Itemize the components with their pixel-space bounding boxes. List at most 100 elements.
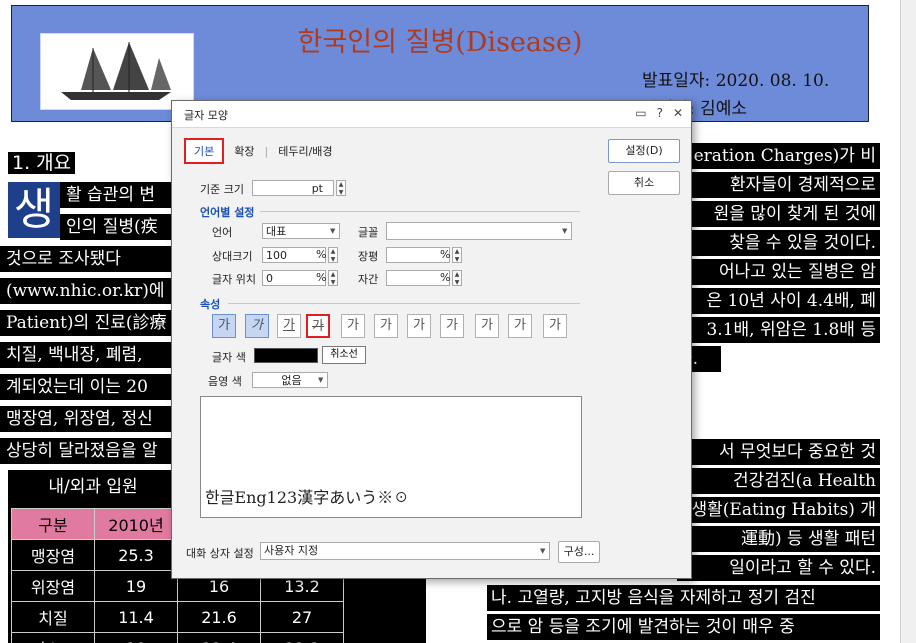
table-cell: 11.4 — [177, 632, 261, 643]
text-line: 계되었는데 이는 20 — [0, 374, 180, 400]
text-line: 건강검진(a Health — [677, 468, 880, 494]
engrave-button[interactable]: 가 — [440, 314, 464, 338]
vertical-scrollbar[interactable] — [900, 0, 916, 643]
tab-border-background[interactable]: 테두리/배경 — [274, 141, 336, 161]
rel-size-label: 상대크기 — [212, 250, 253, 263]
text-color-label: 글자 색 — [212, 351, 246, 364]
section-heading: 1. 개요 — [8, 148, 76, 175]
help-icon[interactable]: ? — [657, 106, 663, 120]
text-line: 치질, 백내장, 폐렴, — [0, 342, 180, 368]
preview-text: 한글Eng123漢字あいう※☉ — [205, 488, 410, 507]
set-button[interactable]: 설정(D) — [608, 139, 680, 163]
presentation-date: 발표일자: 2020. 08. 10. — [642, 71, 830, 91]
percent-unit: % — [316, 271, 327, 284]
underline-button[interactable]: 가 — [277, 314, 301, 338]
position-label: 글자 위치 — [212, 273, 256, 286]
font-label: 글꼴 — [358, 226, 379, 239]
chevron-down-icon: ▼ — [318, 376, 324, 384]
percent-unit: % — [316, 248, 327, 261]
document-title: 한국인의 질병(Disease) — [297, 27, 583, 58]
dialog-setting-select[interactable]: 사용자 지정 — [260, 542, 550, 560]
comment-icon[interactable]: ▭ — [635, 106, 646, 120]
cancel-button[interactable]: 취소 — [608, 171, 680, 195]
shadow-button[interactable]: 가 — [374, 314, 398, 338]
left-column-text: 활 습관의 변 인의 질병(疾 것으로 조사됐다 (www.nhic.or.kr… — [0, 182, 180, 470]
text-line: 맹장염, 위장염, 정신 — [0, 406, 180, 432]
language-select[interactable]: 대표 — [262, 223, 340, 239]
text-line: 3.1배, 위암은 1.8배 등 — [677, 317, 880, 343]
italic-button[interactable]: 가 — [245, 314, 269, 338]
attr-group-label: 속성 — [200, 298, 221, 311]
dialog-titlebar[interactable]: 글자 모양 ▭ ? ✕ — [172, 101, 691, 128]
chevron-down-icon: ▼ — [330, 227, 336, 235]
percent-unit: % — [440, 248, 451, 261]
right-column-text-2: 서 무엇보다 중요한 것 건강검진(a Health 생활(Eating Hab… — [677, 439, 880, 584]
outline-button[interactable]: 가 — [341, 314, 365, 338]
text-line: 생활(Eating Habits) 개 — [677, 497, 880, 523]
divider — [260, 211, 580, 212]
table-title: 내/외과 입원 — [48, 477, 138, 497]
table-cell: 19 — [94, 570, 178, 602]
subscript-button[interactable]: 가 — [508, 314, 532, 338]
table-header-cell: 2010년 — [94, 508, 178, 540]
language-label: 언어 — [212, 226, 233, 239]
chevron-down-icon: ▼ — [540, 547, 546, 555]
table-cell: 25.3 — [94, 539, 178, 571]
close-icon[interactable]: ✕ — [673, 106, 683, 120]
text-color-swatch[interactable] — [254, 348, 318, 363]
ratio-stepper[interactable]: ▲ ▼ — [452, 247, 462, 263]
text-line: 인의 질병(疾 — [60, 214, 180, 240]
lang-group-label: 언어별 설정 — [200, 206, 255, 219]
text-line: 으로 암 등을 조기에 발견하는 것이 매우 중 — [487, 614, 880, 640]
dialog-title: 글자 모양 — [184, 109, 228, 122]
divider — [228, 303, 580, 304]
dialog-setting-label: 대화 상자 설정 — [186, 547, 254, 560]
table-cell: 치질 — [11, 601, 95, 633]
text-line: 은 10년 사이 4.4배, 폐 — [677, 288, 880, 314]
text-line: 것으로 조사됐다 — [0, 246, 180, 272]
table-cell: 27 — [260, 601, 344, 633]
shade-color-select[interactable]: 없음 — [252, 372, 328, 388]
superscript-button[interactable]: 가 — [475, 314, 499, 338]
text-line: 상당히 달라졌음을 알 — [0, 438, 180, 464]
table-cell: 10 — [94, 632, 178, 643]
strikethrough-button[interactable]: 가 — [306, 314, 330, 338]
tab-extended[interactable]: 확장 — [230, 141, 258, 161]
normal-button[interactable]: 가 — [543, 314, 567, 338]
text-line: 어나고 있는 질병은 암 — [677, 259, 880, 285]
emboss-button[interactable]: 가 — [407, 314, 431, 338]
config-button[interactable]: 구성... — [558, 541, 600, 563]
table-header-cell: 구분 — [11, 508, 95, 540]
rel-size-stepper[interactable]: ▲ ▼ — [328, 247, 338, 263]
font-select[interactable] — [386, 222, 572, 240]
right-column-text: eration Charges)가 비 환자들이 경제적으로 원을 많이 찾게 … — [677, 143, 880, 375]
percent-unit: % — [440, 271, 451, 284]
right-bottom-text: 나. 고열량, 고지방 음식을 자제하고 정기 검진 으로 암 등을 조기에 발… — [487, 585, 880, 643]
table-row: 디스크 10 11.4 12.1 — [11, 632, 344, 643]
base-size-stepper[interactable]: ▲ ▼ — [336, 180, 346, 196]
text-line: 환자들이 경제적으로 — [677, 172, 880, 198]
spacing-stepper[interactable]: ▲ ▼ — [452, 270, 462, 286]
ratio-label: 장평 — [358, 250, 379, 263]
spacing-label: 자간 — [358, 273, 379, 286]
text-line: 일이라고 할 수 있다. — [677, 555, 880, 581]
strikethrough-tooltip: 취소선 — [322, 346, 366, 364]
base-size-field[interactable]: pt — [252, 180, 334, 196]
text-line: eration Charges)가 비 — [677, 143, 880, 169]
position-stepper[interactable]: ▲ ▼ — [328, 270, 338, 286]
dialog-tabs: 기본 확장 | 테두리/배경 — [184, 138, 337, 164]
tab-basic[interactable]: 기본 — [184, 138, 225, 164]
base-size-label: 기준 크기 — [200, 183, 244, 196]
table-cell: 12.1 — [260, 632, 344, 643]
shade-color-label: 음영 색 — [208, 375, 242, 388]
text-line: 서 무엇보다 중요한 것 — [677, 439, 880, 465]
text-line: 찾을 수 있을 것이다. — [677, 230, 880, 256]
table-cell: 맹장염 — [11, 539, 95, 571]
text-line: 원을 많이 찾게 된 것에 — [677, 201, 880, 227]
table-cell: 위장염 — [11, 570, 95, 602]
text-line: 運動) 등 생활 패턴 — [677, 526, 880, 552]
bold-button[interactable]: 가 — [212, 314, 236, 338]
table-cell: 11.4 — [94, 601, 178, 633]
text-line: 나. 고열량, 고지방 음식을 자제하고 정기 검진 — [487, 585, 880, 611]
chevron-down-icon: ▼ — [562, 227, 568, 235]
